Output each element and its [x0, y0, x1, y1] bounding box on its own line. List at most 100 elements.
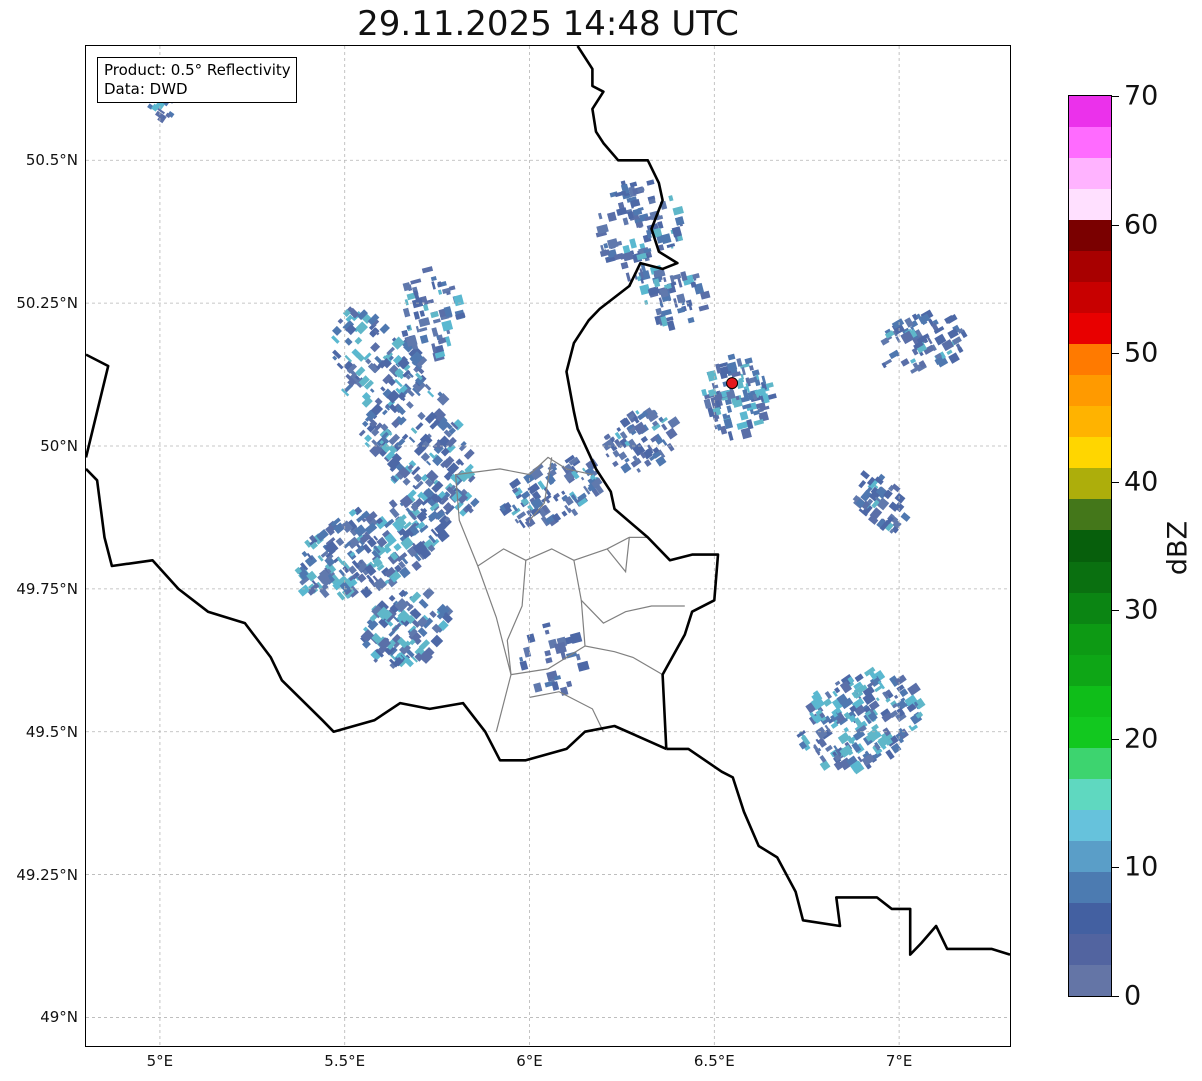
colorbar-segment — [1069, 871, 1111, 903]
colorbar-segment — [1069, 405, 1111, 438]
precip-echo — [411, 560, 422, 571]
precip-echo — [430, 311, 439, 319]
precip-echo — [644, 299, 649, 305]
precip-echo — [393, 543, 402, 552]
precip-echo — [418, 598, 429, 609]
colorbar-tick-label: 50 — [1124, 337, 1159, 369]
precip-echo — [629, 238, 637, 249]
colorbar-segment — [1069, 964, 1111, 996]
colorbar-segment — [1069, 933, 1111, 965]
precip-echo — [410, 278, 422, 285]
precip-echo — [431, 281, 436, 290]
precip-echo — [655, 307, 663, 316]
latitude-tick-label: 50°N — [40, 437, 78, 455]
precip-echo — [707, 407, 715, 418]
precip-echo — [620, 261, 629, 270]
radar-map[interactable] — [85, 45, 1011, 1047]
precip-echo — [703, 398, 712, 409]
colorbar-segment — [1069, 902, 1111, 934]
precip-echo — [336, 556, 345, 565]
longitude-tick-label: 7°E — [885, 1052, 913, 1070]
precip-echo — [374, 397, 383, 406]
colorbar-segment — [1069, 778, 1111, 810]
precip-echo — [514, 518, 520, 524]
precip-echo — [430, 276, 437, 282]
country-border — [86, 353, 110, 458]
precip-echo — [895, 336, 901, 344]
district-border — [529, 691, 604, 732]
colorbar-tick-mark — [1112, 224, 1119, 226]
precip-echo — [354, 336, 363, 345]
precip-echo — [301, 550, 308, 558]
precip-echo — [736, 357, 743, 367]
precip-echo — [597, 212, 603, 220]
latitude-tick-label: 49.75°N — [16, 579, 78, 598]
precip-echo — [379, 323, 390, 334]
colorbar-segment — [1069, 591, 1111, 624]
precip-echo — [646, 179, 655, 186]
precip-echo — [425, 460, 432, 466]
precip-echo — [823, 698, 833, 707]
precip-echo — [427, 390, 435, 398]
precip-echo — [544, 680, 553, 688]
precip-echo — [860, 470, 870, 480]
precip-echo — [727, 353, 736, 361]
colorbar-segment — [1069, 809, 1111, 841]
precip-echo — [746, 419, 754, 430]
precip-echo — [415, 422, 424, 431]
precip-echo — [431, 327, 439, 337]
latitude-tick-label: 50.25°N — [16, 294, 78, 313]
precip-echo — [344, 337, 353, 346]
colorbar-tick-mark — [1112, 867, 1119, 869]
colorbar-segment — [1069, 126, 1111, 159]
colorbar-tick-label: 70 — [1124, 80, 1159, 112]
precip-echo — [674, 216, 685, 226]
colorbar-tick-mark — [1112, 96, 1119, 97]
colorbar-segment — [1069, 343, 1111, 376]
precipitation-layer — [133, 69, 968, 775]
precip-echo — [525, 515, 536, 527]
precip-echo — [636, 467, 641, 473]
precip-echo — [677, 277, 683, 288]
colorbar-segment — [1069, 716, 1111, 748]
colorbar-segment — [1069, 685, 1111, 717]
precip-echo — [415, 480, 424, 490]
precip-echo — [603, 242, 609, 249]
colorbar-tick-label: 60 — [1124, 209, 1159, 241]
precip-echo — [388, 594, 396, 602]
precip-echo — [551, 681, 560, 691]
precip-echo — [614, 431, 622, 440]
colorbar-tick-label: 20 — [1124, 723, 1159, 755]
precip-echo — [566, 680, 573, 688]
district-border — [573, 560, 685, 624]
precip-echo — [644, 459, 652, 467]
country-border — [666, 747, 1010, 956]
precip-echo — [666, 243, 676, 249]
precip-echo — [519, 656, 524, 662]
precip-echo — [739, 411, 749, 421]
precip-cluster — [595, 179, 685, 284]
precip-echo — [388, 499, 398, 509]
colorbar-segment — [1069, 312, 1111, 345]
precip-echo — [570, 508, 579, 517]
precip-echo — [361, 396, 373, 408]
precip-echo — [418, 327, 428, 333]
precip-echo — [542, 622, 551, 629]
colorbar-segment — [1069, 188, 1111, 221]
precip-echo — [544, 629, 550, 635]
colorbar-segment — [1069, 281, 1111, 314]
colorbar-segment — [1069, 374, 1111, 407]
gridlines — [86, 46, 1010, 1046]
precip-echo — [576, 660, 590, 672]
precip-cluster — [796, 666, 926, 775]
precip-echo — [607, 211, 617, 222]
precip-echo — [523, 646, 532, 658]
precip-echo — [606, 238, 619, 249]
colorbar-tick-label: 10 — [1124, 851, 1159, 883]
precip-echo — [632, 208, 643, 216]
precip-echo — [364, 434, 373, 443]
precip-echo — [382, 409, 388, 416]
precip-echo — [665, 427, 678, 440]
longitude-tick-label: 5°E — [146, 1052, 174, 1070]
precip-echo — [907, 682, 921, 696]
